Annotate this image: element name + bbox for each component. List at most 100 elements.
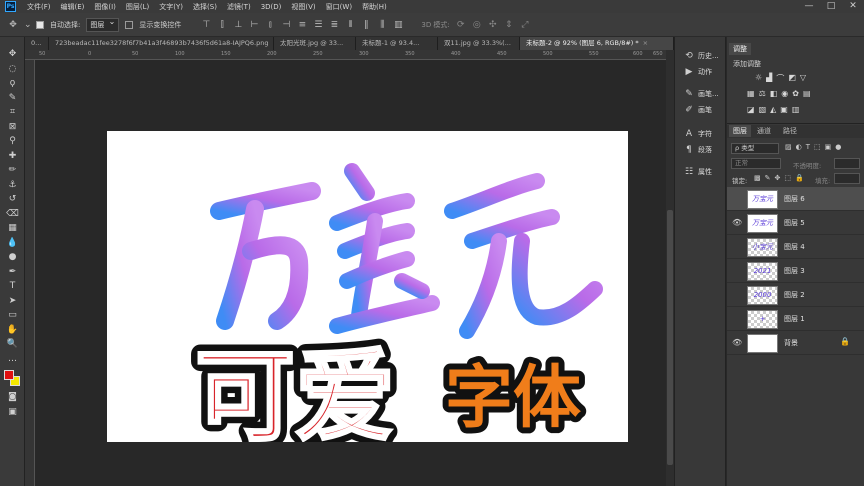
scrollbar-thumb[interactable] (667, 210, 673, 465)
close-tab-icon[interactable]: × (643, 39, 648, 47)
distribute-top-icon[interactable]: ≡ (297, 20, 307, 30)
menu-3d[interactable]: 3D(D) (256, 3, 287, 11)
auto-select-dropdown[interactable]: 图层 (86, 17, 120, 32)
tab-paths[interactable]: 路径 (779, 125, 801, 137)
frame-tool-icon[interactable]: ⊠ (0, 120, 25, 135)
menu-layer[interactable]: 图层(L) (121, 2, 154, 12)
character-panel-button[interactable]: A 字符 (675, 127, 727, 141)
menu-file[interactable]: 文件(F) (22, 2, 56, 12)
path-select-tool-icon[interactable]: ➤ (0, 294, 25, 309)
align-top-icon[interactable]: ⊤ (201, 20, 211, 30)
exposure-icon[interactable]: ◩ (788, 73, 796, 84)
eyedropper-tool-icon[interactable]: ⚲ (0, 134, 25, 149)
dodge-tool-icon[interactable]: ● (0, 250, 25, 265)
tab-layers[interactable]: 图层 (729, 125, 751, 137)
align-bottom-icon[interactable]: ⊥ (233, 20, 243, 30)
close-window-button[interactable]: ✕ (842, 0, 864, 13)
brush-tool-icon[interactable]: ✏ (0, 163, 25, 178)
auto-align-icon[interactable]: ▥ (393, 20, 403, 30)
menu-image[interactable]: 图像(I) (89, 2, 121, 12)
marquee-tool-icon[interactable]: ◌ (0, 62, 25, 77)
black-white-icon[interactable]: ◧ (770, 89, 778, 98)
layer-row[interactable]: 👁 万宝元 图层 5 (727, 211, 864, 235)
drag-3d-icon[interactable]: ✣ (488, 20, 498, 30)
zoom-tool-icon[interactable]: 🔍 (0, 337, 25, 352)
tab-adjustments[interactable]: 调整 (729, 43, 751, 55)
filter-shape-icon[interactable]: ⬚ (814, 143, 821, 151)
minimize-button[interactable]: — (798, 0, 820, 13)
tab-doc-2[interactable]: 太阳光斑.jpg @ 33... (274, 37, 356, 50)
menu-help[interactable]: 帮助(H) (357, 2, 392, 12)
pen-tool-icon[interactable]: ✒ (0, 265, 25, 280)
crop-tool-icon[interactable]: ⌗ (0, 105, 25, 120)
vertical-scrollbar[interactable] (666, 50, 674, 486)
filter-smart-icon[interactable]: ▣ (825, 143, 832, 151)
layer-row[interactable]: 万宝元 图层 6 (727, 187, 864, 211)
properties-panel-button[interactable]: ☷ 属性 (675, 165, 727, 179)
posterize-icon[interactable]: ▧ (759, 105, 767, 114)
tab-doc-0[interactable]: 0... (25, 37, 49, 50)
opacity-input[interactable] (834, 158, 860, 169)
gradient-map-icon[interactable]: ▥ (792, 105, 800, 114)
curves-icon[interactable]: ⌒ (776, 73, 784, 84)
lock-paint-icon[interactable]: ✎ (765, 174, 771, 182)
move-tool-icon[interactable]: ✥ (8, 20, 18, 30)
layer-row[interactable]: + 图层 1 (727, 307, 864, 331)
eraser-tool-icon[interactable]: ⌫ (0, 207, 25, 222)
orbit-3d-icon[interactable]: ⟳ (456, 20, 466, 30)
layer-row[interactable]: 👁 背景 🔒 (727, 331, 864, 355)
color-balance-icon[interactable]: ⚖ (759, 89, 766, 98)
filter-type-icon[interactable]: T (806, 143, 810, 151)
healing-brush-tool-icon[interactable]: ✚ (0, 149, 25, 164)
tab-doc-3[interactable]: 未标题-1 @ 93.4... (356, 37, 438, 50)
menu-select[interactable]: 选择(S) (188, 2, 222, 12)
gradient-tool-icon[interactable]: ▦ (0, 221, 25, 236)
eye-icon[interactable]: 👁 (732, 218, 742, 227)
filter-adjust-icon[interactable]: ◐ (796, 143, 802, 151)
lock-all-icon[interactable]: 🔒 (795, 174, 804, 182)
vibrance-icon[interactable]: ▽ (800, 73, 806, 84)
selective-color-icon[interactable]: ▣ (780, 105, 788, 114)
fill-input[interactable] (834, 173, 860, 184)
menu-edit[interactable]: 编辑(E) (56, 2, 90, 12)
foreground-color-swatch[interactable] (4, 370, 14, 380)
color-lookup-icon[interactable]: ▤ (803, 89, 811, 98)
channel-mixer-icon[interactable]: ✿ (792, 89, 799, 98)
history-brush-tool-icon[interactable]: ↺ (0, 192, 25, 207)
auto-select-checkbox[interactable] (36, 20, 44, 29)
threshold-icon[interactable]: ◭ (770, 105, 776, 114)
paragraph-panel-button[interactable]: ¶ 段落 (675, 143, 727, 157)
layer-row[interactable]: 2021 图层 3 (727, 259, 864, 283)
lock-pixels-icon[interactable]: ▩ (754, 174, 761, 182)
filter-pixel-icon[interactable]: ▨ (785, 143, 792, 151)
menu-filter[interactable]: 滤镜(T) (222, 2, 256, 12)
move-tool-icon[interactable]: ✥ (0, 47, 25, 62)
tab-doc-4[interactable]: 双11.jpg @ 33.3%(... (438, 37, 520, 50)
tab-channels[interactable]: 通道 (753, 125, 775, 137)
lasso-tool-icon[interactable]: ϙ (0, 76, 25, 91)
actions-panel-button[interactable]: ▶ 动作 (675, 65, 727, 79)
quick-select-tool-icon[interactable]: ✎ (0, 91, 25, 106)
distribute-hcenter-icon[interactable]: ‖ (361, 20, 371, 30)
tab-doc-1[interactable]: 723beadac11fee3278f6f7b41a3f46893b7436f5… (49, 37, 274, 50)
align-left-icon[interactable]: ⊢ (249, 20, 259, 30)
layer-row[interactable]: 2000 图层 2 (727, 283, 864, 307)
align-hcenter-icon[interactable]: ⫾ (265, 20, 275, 30)
layer-row[interactable]: 小宝元 图层 4 (727, 235, 864, 259)
tab-doc-active[interactable]: 未标题-2 @ 92% (图层 6, RGB/8#) * × (520, 37, 674, 50)
clone-stamp-tool-icon[interactable]: ⚓ (0, 178, 25, 193)
levels-icon[interactable]: ▟ (766, 73, 772, 84)
chevron-down-icon[interactable]: ⌄ (24, 20, 32, 30)
invert-icon[interactable]: ◪ (747, 105, 755, 114)
roll-3d-icon[interactable]: ◎ (472, 20, 482, 30)
hand-tool-icon[interactable]: ✋ (0, 323, 25, 338)
scale-3d-icon[interactable]: ⤢ (520, 20, 530, 30)
color-swatches[interactable] (0, 366, 24, 390)
more-tools-icon[interactable]: … (0, 352, 25, 367)
brush-settings-panel-button[interactable]: ✎ 画笔... (675, 87, 727, 101)
blur-tool-icon[interactable]: 💧 (0, 236, 25, 251)
slide-3d-icon[interactable]: ⇕ (504, 20, 514, 30)
distribute-left-icon[interactable]: ⫴ (345, 20, 355, 30)
filter-toggle-icon[interactable]: ● (835, 143, 841, 151)
show-transform-checkbox[interactable] (125, 20, 134, 29)
